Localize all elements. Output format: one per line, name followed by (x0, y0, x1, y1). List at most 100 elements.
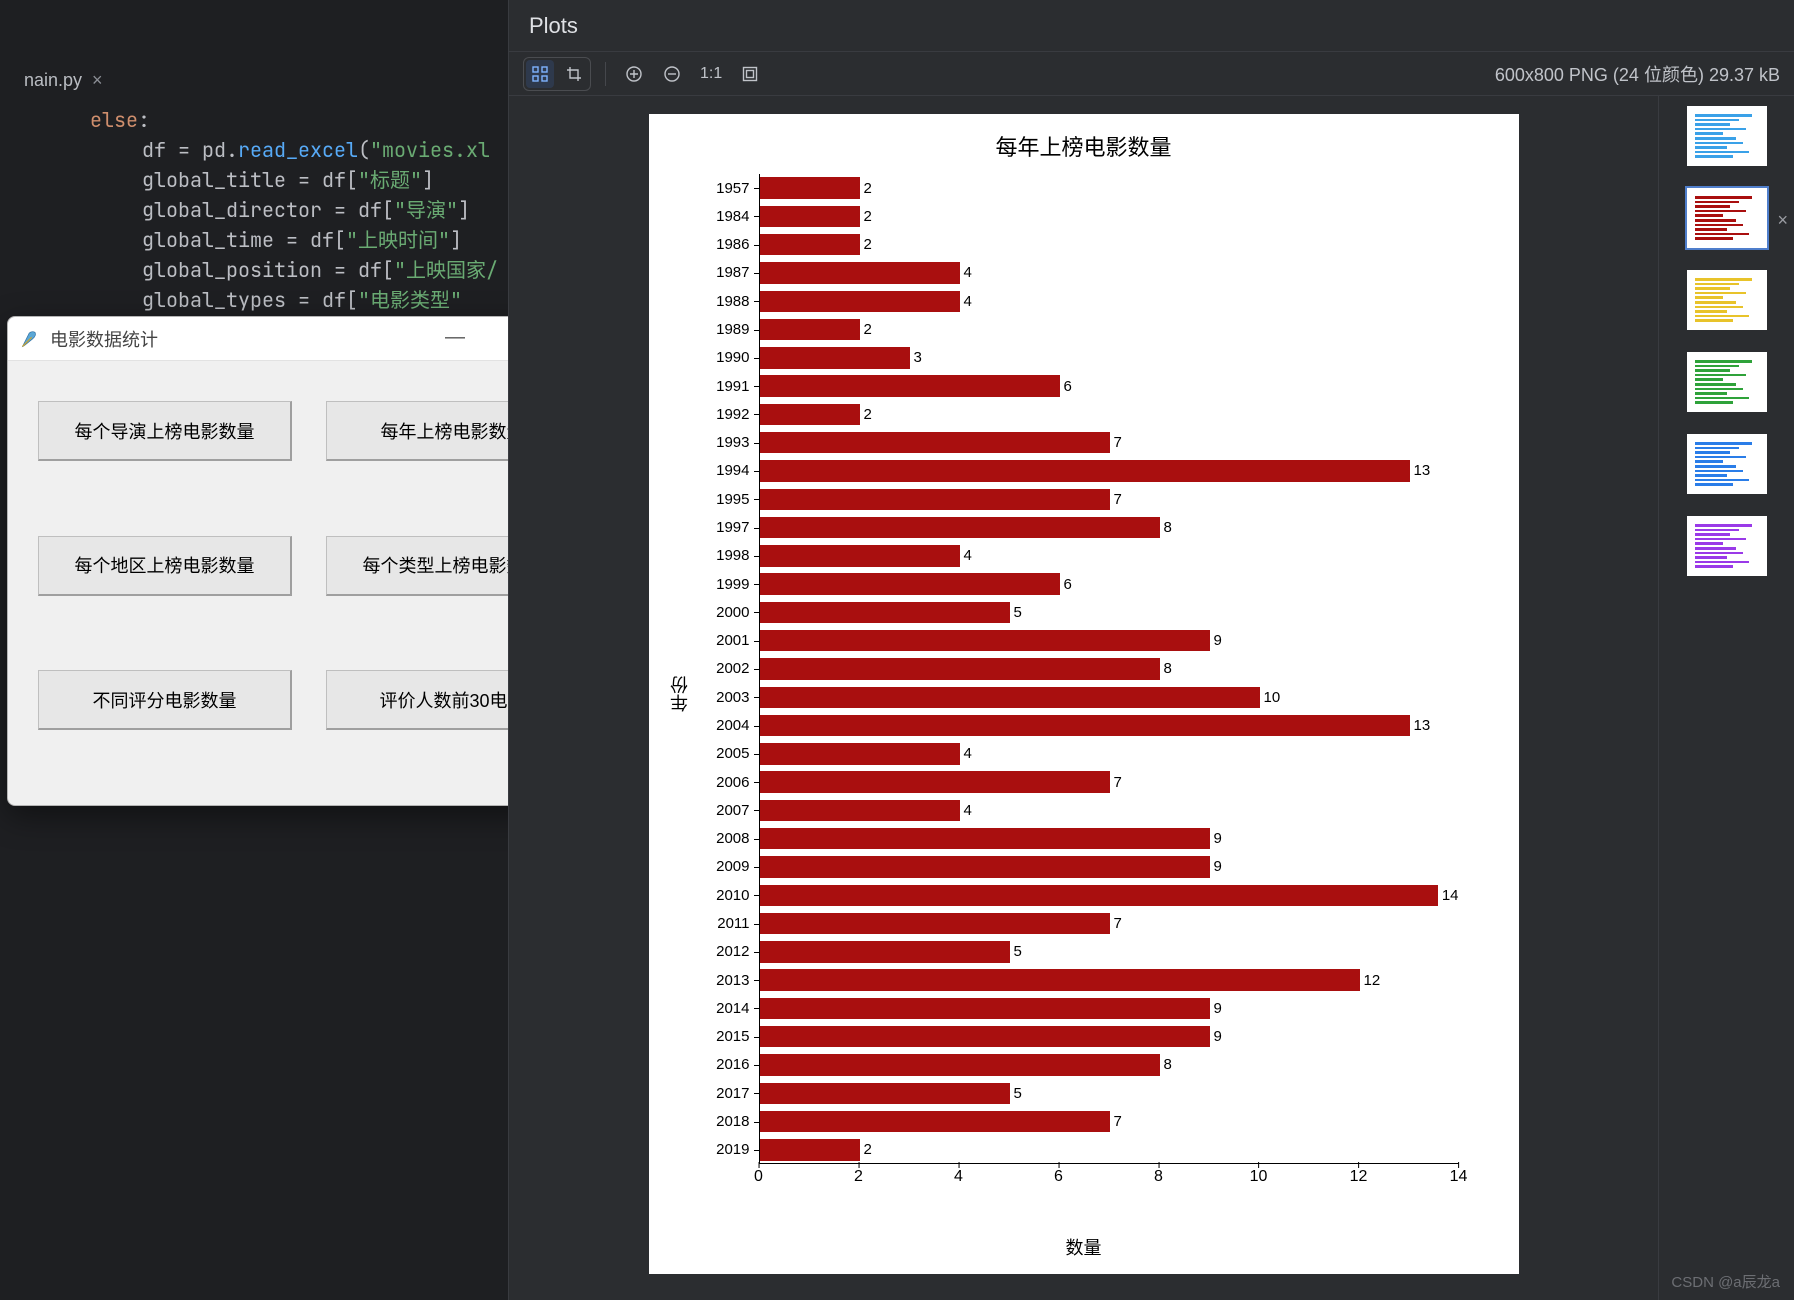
bar-value-label: 6 (1064, 378, 1072, 395)
crop-icon[interactable] (560, 60, 588, 88)
bar (760, 234, 860, 255)
bar (760, 687, 1260, 708)
plot-canvas: 每年上榜电影数量 1957219842198621987419884198921… (649, 114, 1519, 1274)
ytick-label: 2005 (694, 745, 750, 762)
bar-value-label: 13 (1414, 462, 1431, 479)
ytick-label: 2013 (694, 972, 750, 989)
bar-value-label: 2 (864, 208, 872, 225)
plot-thumbnail[interactable] (1687, 352, 1767, 412)
plot-thumbnail[interactable] (1687, 106, 1767, 166)
bar-value-label: 4 (964, 293, 972, 310)
ytick-label: 2006 (694, 774, 750, 791)
bar-row: 20159 (760, 1026, 1459, 1047)
ytick-label: 2004 (694, 717, 750, 734)
ytick-label: 1998 (694, 547, 750, 564)
bar-value-label: 7 (1114, 434, 1122, 451)
bar-row: 19874 (760, 262, 1459, 283)
ytick-label: 2017 (694, 1085, 750, 1102)
plot-thumbnail[interactable] (1687, 434, 1767, 494)
bar-value-label: 8 (1164, 1056, 1172, 1073)
zoom-ratio-label[interactable]: 1:1 (696, 65, 726, 83)
plots-panel: Plots 1:1 600x800 PNG (24 位颜 (508, 0, 1794, 1300)
bar-value-label: 14 (1442, 887, 1459, 904)
bar (760, 913, 1110, 934)
bar-row: 19862 (760, 234, 1459, 255)
minimize-icon[interactable]: — (440, 326, 470, 351)
close-icon[interactable]: × (92, 70, 103, 91)
bar-row: 20117 (760, 913, 1459, 934)
bar-row: 20168 (760, 1054, 1459, 1075)
bar (760, 885, 1438, 906)
zoom-in-icon[interactable] (620, 60, 648, 88)
xtick-label: 10 (1250, 1168, 1268, 1186)
bar-value-label: 7 (1114, 491, 1122, 508)
ytick-label: 2001 (694, 632, 750, 649)
bar-row: 19984 (760, 545, 1459, 566)
chart-xticks: 02468101214 (759, 1168, 1459, 1198)
tk-button-0[interactable]: 每个导演上榜电影数量 (38, 401, 292, 461)
bar-value-label: 5 (1014, 1085, 1022, 1102)
close-icon[interactable]: × (1777, 210, 1788, 231)
bar-value-label: 7 (1114, 915, 1122, 932)
bar-value-label: 4 (964, 802, 972, 819)
ytick-label: 2002 (694, 660, 750, 677)
plot-thumbnail[interactable] (1687, 270, 1767, 330)
bar-value-label: 12 (1364, 972, 1381, 989)
ytick-label: 1991 (694, 378, 750, 395)
ytick-label: 2014 (694, 1000, 750, 1017)
bar (760, 177, 860, 198)
feather-icon (20, 329, 40, 349)
bar-value-label: 2 (864, 236, 872, 253)
grid-view-icon[interactable] (526, 60, 554, 88)
ytick-label: 1990 (694, 349, 750, 366)
plot-thumbnail[interactable] (1687, 188, 1767, 248)
ytick-label: 2015 (694, 1028, 750, 1045)
bar-value-label: 2 (864, 321, 872, 338)
ytick-label: 2012 (694, 943, 750, 960)
bar (760, 262, 960, 283)
ytick-label: 1992 (694, 406, 750, 423)
bar-value-label: 6 (1064, 576, 1072, 593)
bar-value-label: 9 (1214, 830, 1222, 847)
bar-row: 20067 (760, 771, 1459, 792)
ytick-label: 1984 (694, 208, 750, 225)
bar (760, 489, 1110, 510)
bar (760, 998, 1210, 1019)
bar-row: 20074 (760, 800, 1459, 821)
plots-panel-title: Plots (509, 0, 1794, 52)
scale-icon[interactable] (736, 60, 764, 88)
bar-row: 19892 (760, 319, 1459, 340)
ytick-label: 2010 (694, 887, 750, 904)
bar-value-label: 9 (1214, 1028, 1222, 1045)
tk-button-4[interactable]: 不同评分电影数量 (38, 670, 292, 730)
plot-stage[interactable]: 每年上榜电影数量 1957219842198621987419884198921… (509, 96, 1658, 1300)
bar (760, 404, 860, 425)
bar-row: 201014 (760, 885, 1459, 906)
bar-row: 20028 (760, 658, 1459, 679)
editor-tab-main[interactable]: nain.py × (10, 62, 117, 99)
bar-value-label: 4 (964, 264, 972, 281)
xtick-label: 8 (1154, 1168, 1163, 1186)
xtick-label: 0 (754, 1168, 763, 1186)
tk-button-2[interactable]: 每个地区上榜电影数量 (38, 536, 292, 596)
bar (760, 743, 960, 764)
ytick-label: 2003 (694, 689, 750, 706)
bar-row: 200413 (760, 715, 1459, 736)
bar-value-label: 2 (864, 180, 872, 197)
bar (760, 517, 1160, 538)
zoom-out-icon[interactable] (658, 60, 686, 88)
bar-value-label: 4 (964, 547, 972, 564)
bar (760, 856, 1210, 877)
code-content[interactable]: else:df = pd.read_excel("movies.xlglobal… (0, 105, 508, 315)
bar (760, 291, 960, 312)
bar-value-label: 10 (1264, 689, 1281, 706)
bar-row: 19922 (760, 404, 1459, 425)
plot-thumbnail[interactable] (1687, 516, 1767, 576)
bar-row: 199413 (760, 460, 1459, 481)
ytick-label: 1957 (694, 180, 750, 197)
bar-value-label: 9 (1214, 1000, 1222, 1017)
bar-value-label: 13 (1414, 717, 1431, 734)
bar-row: 19978 (760, 517, 1459, 538)
bar-row: 20175 (760, 1083, 1459, 1104)
bar (760, 602, 1010, 623)
